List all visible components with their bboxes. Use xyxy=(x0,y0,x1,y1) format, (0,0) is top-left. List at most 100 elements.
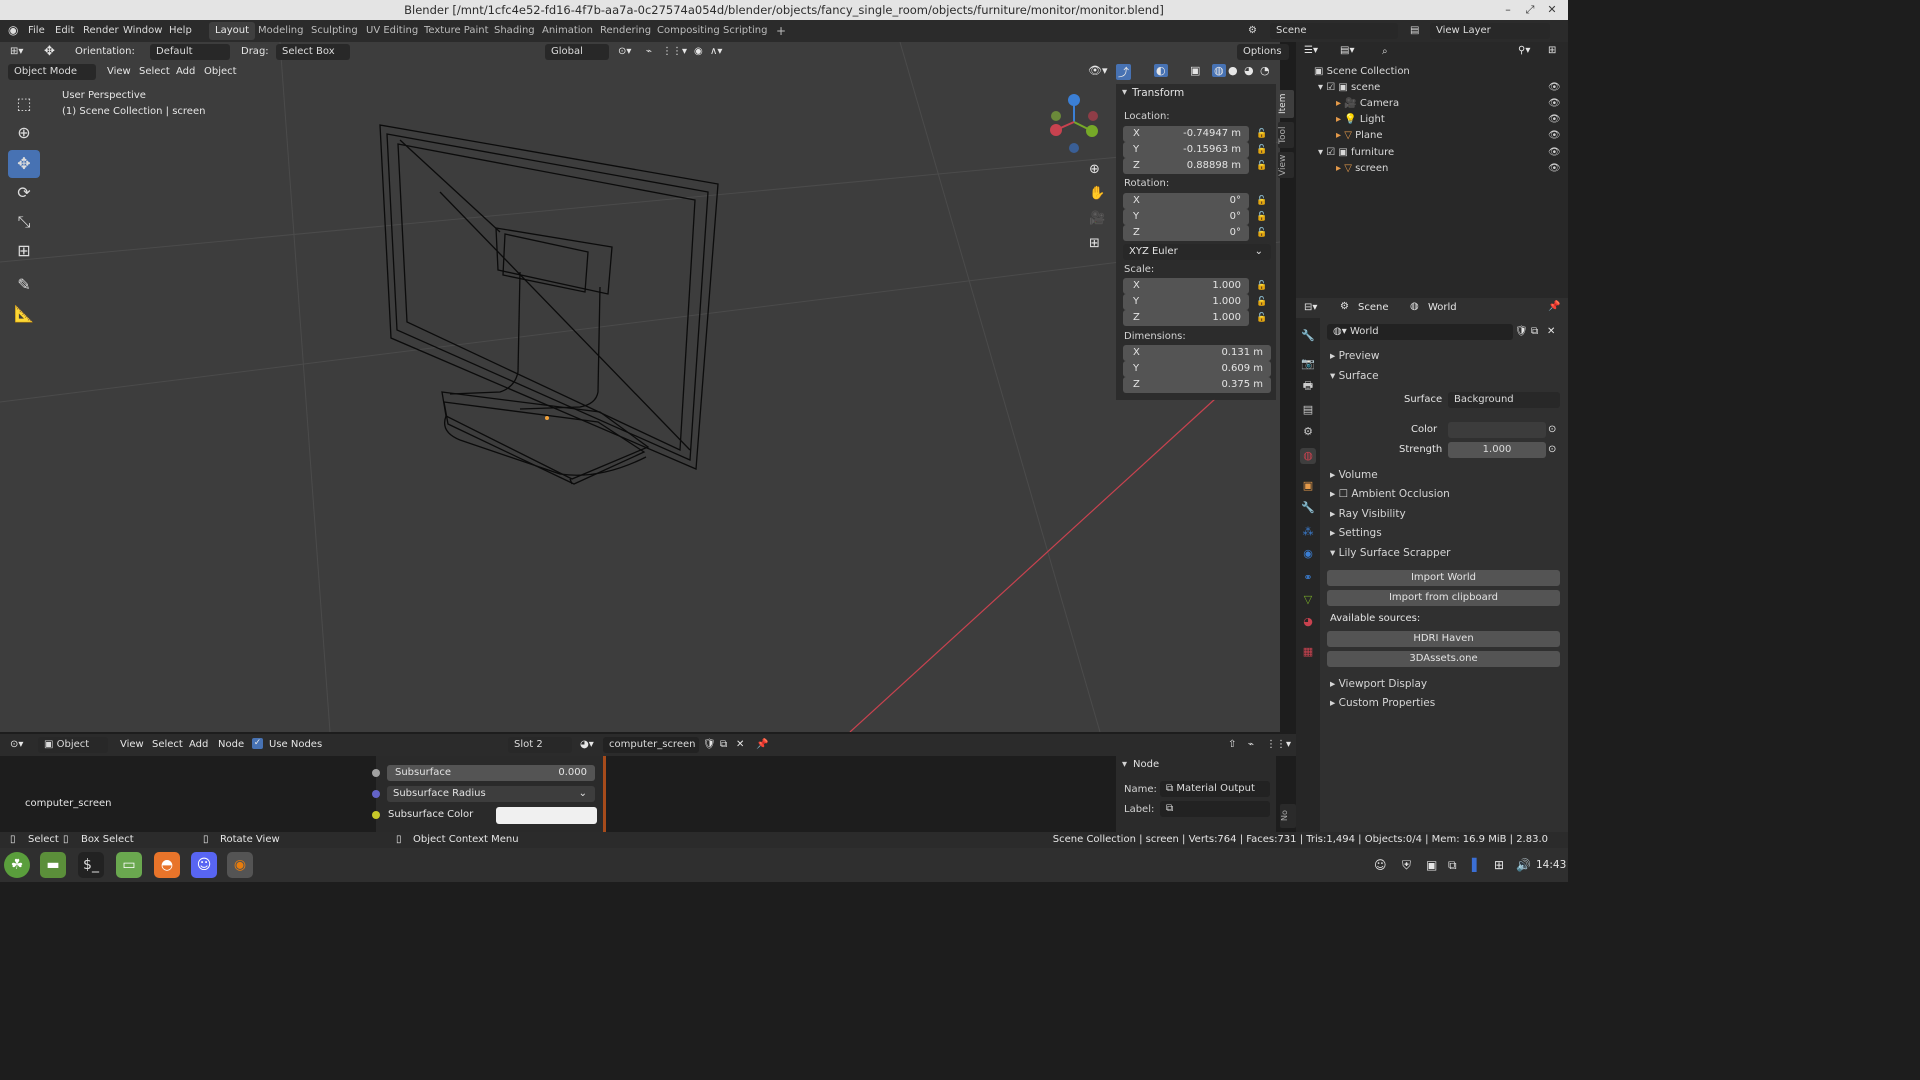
world-tab-icon[interactable]: ◍ xyxy=(1300,448,1316,464)
lock-rotation-z-icon[interactable]: 🔓 xyxy=(1256,228,1267,238)
overlay-icon[interactable]: ◐ xyxy=(1154,64,1168,77)
minimize-icon[interactable]: – xyxy=(1498,0,1518,20)
tab-texture-paint[interactable]: Texture Paint xyxy=(418,22,495,40)
keyboard-layout-icon[interactable]: ▌ xyxy=(1472,858,1481,872)
fake-user-icon[interactable]: 🛡 xyxy=(1515,326,1528,337)
eye-icon[interactable]: 👁 xyxy=(1548,163,1561,174)
firefox-icon[interactable]: ◓ xyxy=(154,852,180,878)
navigation-gizmo[interactable] xyxy=(1044,92,1108,156)
tab-item[interactable]: Item xyxy=(1278,90,1294,118)
strength-field[interactable]: 1.000 xyxy=(1448,442,1546,458)
scale-tool-icon[interactable]: ⤡ xyxy=(8,208,40,236)
blender-taskbar-icon[interactable]: ◉ xyxy=(227,852,253,878)
particles-tab-icon[interactable]: ⁂ xyxy=(1300,524,1316,540)
snap-icon[interactable]: ⌁ xyxy=(646,46,652,57)
editor-type-icon[interactable]: ⊞▾ xyxy=(10,46,23,57)
scene-icon[interactable]: ⚙ xyxy=(1248,25,1257,36)
material-unlink-icon[interactable]: ✕ xyxy=(736,739,744,750)
section-ray-visibility[interactable]: ▸ Ray Visibility xyxy=(1330,508,1406,520)
modifier-tab-icon[interactable]: 🔧 xyxy=(1300,500,1316,516)
view-layer-icon[interactable]: ▤ xyxy=(1410,25,1419,36)
outliner-item-camera[interactable]: ▸ 🎥 Camera xyxy=(1336,96,1399,112)
eye-icon[interactable]: 👁 xyxy=(1548,114,1561,125)
transform-tool-icon[interactable]: ⊞ xyxy=(8,237,40,265)
color-socket-icon[interactable]: ⊙ xyxy=(1548,424,1556,435)
dimension-x-field[interactable]: X 0.131 m xyxy=(1123,345,1271,361)
subsurface-color-socket[interactable] xyxy=(372,811,380,819)
material-shading-icon[interactable]: ◕ xyxy=(1244,64,1254,77)
tab-rendering[interactable]: Rendering xyxy=(594,22,657,40)
outliner-editor-icon[interactable]: ☰▾ xyxy=(1304,45,1318,56)
mode-dropdown[interactable]: Object Mode xyxy=(8,64,96,80)
ortho-grid-icon[interactable]: ⊞ xyxy=(1089,236,1100,251)
orientation-dropdown[interactable]: Default xyxy=(150,44,230,60)
outliner-item-plane[interactable]: ▸ ▽ Plane xyxy=(1336,128,1383,144)
tab-scripting[interactable]: Scripting xyxy=(717,22,773,40)
y-axis-handle[interactable] xyxy=(1086,125,1098,137)
z-axis-handle[interactable] xyxy=(1068,94,1080,106)
section-viewport-display[interactable]: ▸ Viewport Display xyxy=(1330,678,1427,690)
viewport-menu-add[interactable]: Add xyxy=(176,66,195,77)
location-z-field[interactable]: Z 0.88898 m xyxy=(1123,158,1249,174)
surface-shader-dropdown[interactable]: Background xyxy=(1448,392,1560,408)
shader-type-dropdown[interactable]: ▣ Object xyxy=(38,737,108,753)
hdri-haven-button[interactable]: HDRI Haven xyxy=(1327,631,1560,647)
scale-z-field[interactable]: Z 1.000 xyxy=(1123,310,1249,326)
rotation-y-field[interactable]: Y 0° xyxy=(1123,209,1249,225)
annotate-tool-icon[interactable]: ✎ xyxy=(8,271,40,299)
visibility-icon[interactable]: 👁▾ xyxy=(1088,64,1108,77)
clipboard-icon[interactable]: ▣ xyxy=(1426,858,1437,872)
network-icon[interactable]: ⊞ xyxy=(1494,858,1504,872)
rotation-z-field[interactable]: Z 0° xyxy=(1123,225,1249,241)
menu-edit[interactable]: Edit xyxy=(55,25,74,36)
subsurface-field[interactable]: Subsurface 0.000 xyxy=(387,765,595,781)
subsurface-color-swatch[interactable] xyxy=(496,807,597,824)
pin-icon[interactable]: 📌 xyxy=(1548,301,1560,312)
tab-compositing[interactable]: Compositing xyxy=(651,22,726,40)
object-tab-icon[interactable]: ▣ xyxy=(1300,478,1316,494)
section-settings[interactable]: ▸ Settings xyxy=(1330,527,1382,539)
tool-tab-icon[interactable]: 🔧 xyxy=(1300,328,1316,344)
dimension-y-field[interactable]: Y 0.609 m xyxy=(1123,361,1271,377)
node-name-field[interactable]: ⧉ Material Output xyxy=(1160,781,1270,797)
proportional-icon[interactable]: ◉ xyxy=(694,46,703,57)
measure-tool-icon[interactable]: 📐 xyxy=(8,300,40,328)
material-fake-user-icon[interactable]: 🛡 xyxy=(703,739,716,750)
node-snap-mode-icon[interactable]: ⋮⋮▾ xyxy=(1266,739,1291,750)
view-layer-selector[interactable]: View Layer xyxy=(1430,23,1550,39)
zoom-icon[interactable]: ⊕ xyxy=(1089,162,1100,177)
texture-tab-icon[interactable]: ▦ xyxy=(1300,644,1316,660)
material-name-field[interactable]: computer_screen xyxy=(603,737,699,753)
eye-icon[interactable]: 👁 xyxy=(1548,98,1561,109)
menu-window[interactable]: Window xyxy=(123,25,162,36)
3dassets-button[interactable]: 3DAssets.one xyxy=(1327,651,1560,667)
outliner-root[interactable]: ▣ Scene Collection xyxy=(1314,64,1410,80)
output-tab-icon[interactable]: 🖶 xyxy=(1300,378,1316,394)
scale-x-field[interactable]: X 1.000 xyxy=(1123,278,1249,294)
section-lily-surface-scrapper[interactable]: ▾ Lily Surface Scrapper xyxy=(1330,547,1450,559)
lock-rotation-y-icon[interactable]: 🔓 xyxy=(1256,212,1267,222)
material-pin-icon[interactable]: 📌 xyxy=(756,739,768,750)
files-icon[interactable]: ▬ xyxy=(40,852,66,878)
node-menu-select[interactable]: Select xyxy=(152,739,183,750)
viewport-menu-view[interactable]: View xyxy=(107,66,131,77)
node-panel-collapse-icon[interactable]: ▾ xyxy=(1122,759,1127,770)
tab-shading[interactable]: Shading xyxy=(488,22,541,40)
start-menu-icon[interactable]: ☘ xyxy=(4,852,30,878)
world-selector[interactable]: ◍▾ World xyxy=(1327,324,1513,340)
parent-node-tree-icon[interactable]: ⇧ xyxy=(1228,739,1236,750)
eye-icon[interactable]: 👁 xyxy=(1548,147,1561,158)
node-editor-type-icon[interactable]: ⊙▾ xyxy=(10,739,23,750)
camera-view-icon[interactable]: 🎥 xyxy=(1089,211,1105,226)
eye-icon[interactable]: 👁 xyxy=(1548,130,1561,141)
lock-rotation-x-icon[interactable]: 🔓 xyxy=(1256,196,1267,206)
blender-logo-icon[interactable]: ◉ xyxy=(8,23,18,37)
snap-target-icon[interactable]: ⋮⋮▾ xyxy=(662,46,687,57)
node-label-field[interactable]: ⧉ xyxy=(1160,801,1270,817)
drag-dropdown[interactable]: Select Box xyxy=(276,44,350,60)
properties-editor-icon[interactable]: ⊟▾ xyxy=(1304,302,1317,313)
outliner-item-furniture[interactable]: ▾ ☑ ▣ furniture xyxy=(1318,145,1394,161)
discord-icon[interactable]: ☺ xyxy=(191,852,217,878)
world-context-icon[interactable]: ◍ xyxy=(1410,301,1419,312)
context-scene[interactable]: Scene xyxy=(1358,302,1389,313)
